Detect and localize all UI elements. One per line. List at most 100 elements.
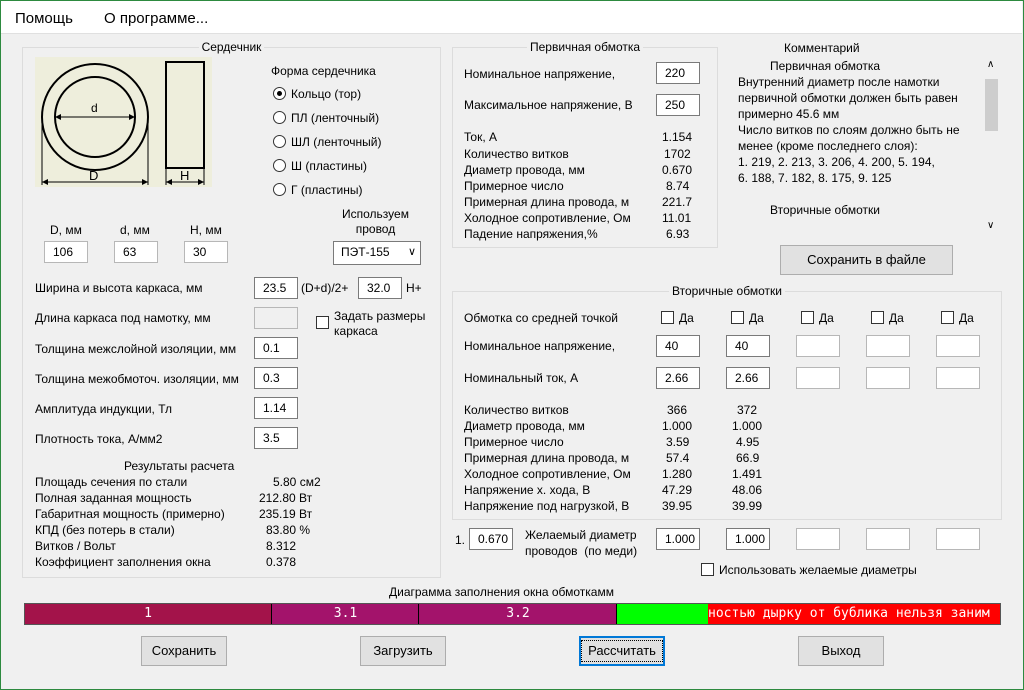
result-value: 0.378 (266, 555, 297, 569)
core-drawing: d D H (35, 57, 212, 187)
comment-line: 6. 188, 7. 182, 8. 175, 9. 125 (738, 171, 892, 185)
radio-sh[interactable] (273, 159, 286, 172)
primary-nominal-label: Номинальное напряжение, (464, 67, 616, 81)
result-value: 8.312 (266, 539, 297, 553)
secondary-voltage-input-1[interactable]: 40 (656, 335, 700, 357)
shape-label: Форма сердечника (271, 64, 376, 78)
use-desired-checkbox[interactable] (701, 563, 714, 576)
primary-max-label: Максимальное напряжение, В (464, 98, 633, 112)
primary-row-value: 6.93 (666, 227, 690, 241)
use-desired-label: Использовать желаемые диаметры (719, 563, 917, 577)
primary-row-value: 11.01 (662, 211, 692, 225)
primary-row-label: Холодное сопротивление, Ом (464, 211, 631, 225)
result-label: Коэффициент заполнения окна (35, 555, 211, 569)
save-to-file-button[interactable]: Сохранить в файле (780, 245, 953, 275)
secondary-col1-value: 366 (667, 403, 688, 417)
desired-input-3[interactable] (796, 528, 840, 550)
radio-shl[interactable] (273, 135, 286, 148)
scroll-down-icon[interactable]: ∨ (987, 220, 994, 231)
comment-line: Вторичные обмотки (770, 203, 880, 217)
primary-row-value: 1702 (664, 147, 691, 161)
secondary-current-input-2[interactable]: 2.66 (726, 367, 770, 389)
diagram-segment-3-2: 3.2 (418, 604, 617, 624)
center-tap-checkbox-4[interactable] (871, 311, 884, 324)
desired-input-5[interactable] (936, 528, 980, 550)
wire-select[interactable]: ПЭТ-155 ∨ (333, 241, 421, 265)
secondary-col2-value: 66.9 (736, 451, 760, 465)
primary-row-value: 221.7 (662, 195, 693, 209)
menu-about[interactable]: О программе... (104, 10, 208, 27)
secondary-row-label: Диаметр провода, мм (464, 419, 585, 433)
secondary-current-input-3[interactable] (796, 367, 840, 389)
dim-H-input[interactable]: 30 (184, 241, 228, 263)
param-input-induction[interactable]: 1.14 (254, 397, 298, 419)
scroll-up-icon[interactable]: ∧ (987, 59, 994, 70)
secondary-row-label: Количество витков (464, 403, 569, 417)
primary-max-input[interactable]: 250 (656, 94, 700, 116)
primary-nominal-input[interactable]: 220 (656, 62, 700, 84)
center-tap-checkbox-3[interactable] (801, 311, 814, 324)
center-tap-yes-label: Да (819, 311, 834, 325)
secondary-voltage-input-5[interactable] (936, 335, 980, 357)
exit-button[interactable]: Выход (798, 636, 884, 666)
comment-line: Внутренний диаметр после намотки (738, 75, 940, 89)
frame-height-input[interactable]: 32.0 (358, 277, 402, 299)
center-tap-label: Обмотка со средней точкой (464, 311, 618, 325)
result-value: 235.19 Вт (259, 507, 313, 521)
center-tap-checkbox-5[interactable] (941, 311, 954, 324)
scroll-thumb[interactable] (985, 79, 998, 131)
result-label: Полная заданная мощность (35, 491, 192, 505)
comment-text: Первичная обмотка Внутренний диаметр пос… (738, 58, 981, 234)
frame-width-input[interactable]: 23.5 (254, 277, 298, 299)
core-group-title: Сердечник (201, 40, 262, 54)
param-input-current-density[interactable]: 3.5 (254, 427, 298, 449)
radio-pl-label: ПЛ (ленточный) (291, 111, 380, 125)
frame-size-label: Ширина и высота каркаса, мм (35, 281, 203, 295)
primary-row-label: Падение напряжения,% (464, 227, 598, 241)
menu-bar: Помощь О программе... (1, 1, 1022, 34)
radio-g-label: Г (пластины) (291, 183, 363, 197)
secondary-current-input-1[interactable]: 2.66 (656, 367, 700, 389)
secondary-col1-value: 1.280 (662, 467, 693, 481)
secondary-voltage-input-4[interactable] (866, 335, 910, 357)
radio-pl[interactable] (273, 111, 286, 124)
drawing-label-D: D (89, 168, 99, 183)
chevron-down-icon: ∨ (407, 246, 416, 258)
save-button[interactable]: Сохранить (141, 636, 227, 666)
load-button[interactable]: Загрузить (360, 636, 446, 666)
comment-line: менее (кроме последнего слоя): (738, 139, 918, 153)
radio-toroid[interactable] (273, 87, 286, 100)
center-tap-checkbox-1[interactable] (661, 311, 674, 324)
calculate-button-label: Рассчитать (581, 640, 663, 662)
secondary-voltage-input-3[interactable] (796, 335, 840, 357)
radio-g[interactable] (273, 183, 286, 196)
desired-input-1[interactable]: 1.000 (656, 528, 700, 550)
calculate-button[interactable]: Рассчитать (579, 636, 665, 666)
center-tap-checkbox-2[interactable] (731, 311, 744, 324)
desired-input-4[interactable] (866, 528, 910, 550)
comment-line: 1. 219, 2. 213, 3. 206, 4. 200, 5. 194, (738, 155, 935, 169)
secondary-current-input-5[interactable] (936, 367, 980, 389)
menu-help[interactable]: Помощь (15, 10, 73, 27)
dim-D-input[interactable]: 106 (44, 241, 88, 263)
dim-d-input[interactable]: 63 (114, 241, 158, 263)
frame-suffix-label: H+ (406, 281, 422, 295)
dim-d-label: d, мм (120, 223, 150, 237)
param-input-interwinding[interactable]: 0.3 (254, 367, 298, 389)
comment-title: Комментарий (784, 41, 860, 55)
secondary-voltage-input-2[interactable]: 40 (726, 335, 770, 357)
secondary-col1-value: 3.59 (666, 435, 690, 449)
secondary-current-input-4[interactable] (866, 367, 910, 389)
set-frame-checkbox[interactable] (316, 316, 329, 329)
param-input-interlayer[interactable]: 0.1 (254, 337, 298, 359)
secondary-col2-value: 372 (737, 403, 758, 417)
set-frame-label: Задать размеры каркаса (334, 309, 426, 338)
secondary-col1-value: 39.95 (662, 499, 693, 513)
comment-line: Первичная обмотка (770, 59, 881, 73)
winding-length-input[interactable] (254, 307, 298, 329)
desired-primary-input[interactable]: 0.670 (469, 528, 513, 550)
desired-input-2[interactable]: 1.000 (726, 528, 770, 550)
results-title: Результаты расчета (124, 459, 235, 473)
comment-scrollbar[interactable]: ∧ ∨ (983, 57, 1000, 236)
radio-sh-label: Ш (пластины) (291, 159, 367, 173)
